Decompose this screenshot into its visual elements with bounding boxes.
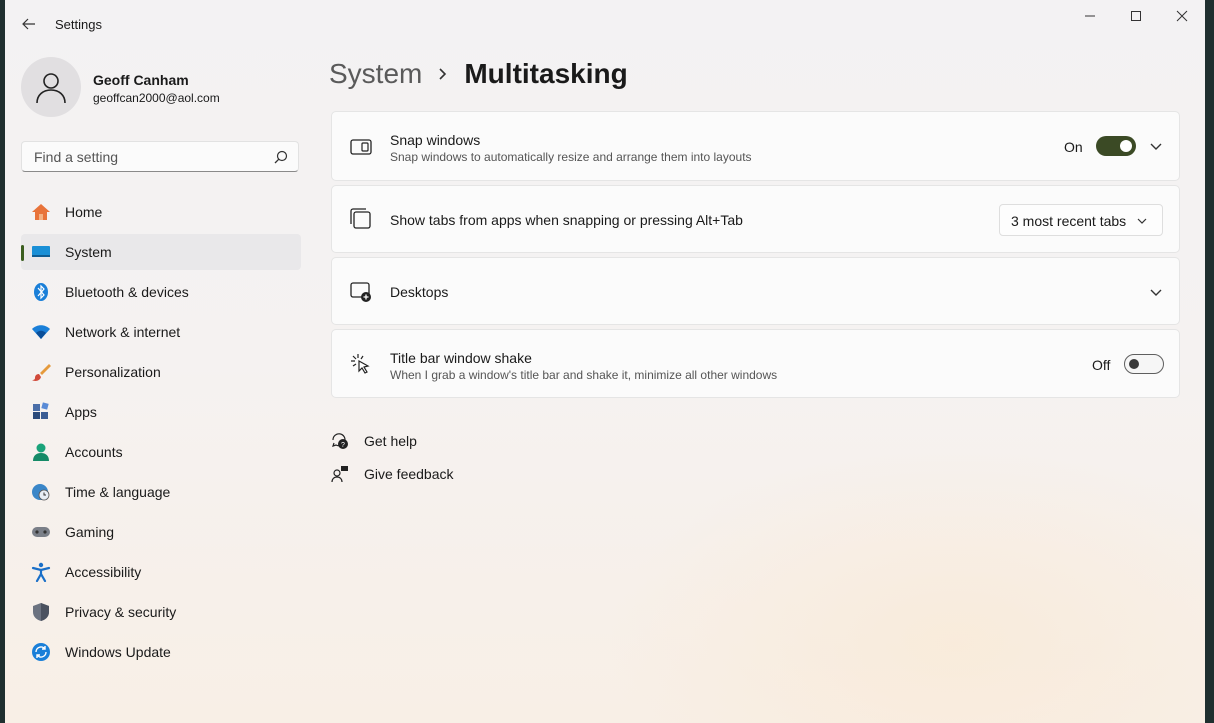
minimize-icon: [1085, 15, 1095, 17]
sidebar-item-label: Windows Update: [65, 644, 171, 660]
sidebar-item-network[interactable]: Network & internet: [21, 314, 301, 350]
sidebar-item-label: Gaming: [65, 524, 115, 540]
chevron-down-icon[interactable]: [1149, 139, 1163, 153]
maximize-button[interactable]: [1113, 0, 1159, 32]
back-button[interactable]: [17, 12, 41, 36]
chevron-down-icon: [1137, 218, 1147, 224]
give-feedback-label[interactable]: Give feedback: [364, 466, 454, 482]
svg-text:?: ?: [341, 442, 345, 449]
sidebar-item-label: Time & language: [65, 484, 171, 500]
give-feedback-link[interactable]: Give feedback: [331, 465, 454, 483]
sidebar-item-windows-update[interactable]: Windows Update: [21, 634, 301, 670]
breadcrumb-parent[interactable]: System: [329, 58, 422, 90]
settings-window: Settings Geoff Canham geoffcan2000@aol.c…: [5, 0, 1205, 723]
sidebar-nav: Home System Bluetooth & devices Network …: [21, 194, 301, 674]
breadcrumb: System Multitasking: [329, 58, 628, 90]
chevron-down-icon[interactable]: [1149, 285, 1163, 299]
title-bar-shake-state: Off: [1092, 357, 1111, 373]
close-button[interactable]: [1159, 0, 1205, 32]
system-icon: [32, 246, 50, 257]
sidebar-item-privacy[interactable]: Privacy & security: [21, 594, 301, 630]
title-bar-shake-card: Title bar window shake When I grab a win…: [331, 329, 1180, 398]
desktops-card[interactable]: Desktops: [331, 257, 1180, 325]
sidebar-item-label: Privacy & security: [65, 604, 177, 620]
home-icon: [32, 204, 50, 220]
user-email: geoffcan2000@aol.com: [93, 91, 220, 105]
desktops-icon: [350, 282, 371, 302]
snap-windows-description: Snap windows to automatically resize and…: [390, 150, 752, 164]
search-box[interactable]: [21, 141, 299, 172]
feedback-icon: [331, 466, 348, 483]
search-input[interactable]: [32, 148, 266, 166]
dropdown-value: 3 most recent tabs: [1011, 213, 1127, 229]
sidebar-item-time-language[interactable]: Time & language: [21, 474, 301, 510]
sidebar-item-accounts[interactable]: Accounts: [21, 434, 301, 470]
sidebar-item-label: Network & internet: [65, 324, 181, 340]
apps-icon: [33, 402, 49, 419]
wifi-icon: [32, 325, 50, 339]
accounts-icon: [33, 443, 49, 461]
title-bar: Settings: [5, 0, 1205, 46]
show-tabs-card: Show tabs from apps when snapping or pre…: [331, 185, 1180, 253]
sidebar-item-label: Accessibility: [65, 564, 142, 580]
tabs-icon: [350, 208, 371, 229]
sidebar-item-label: Home: [65, 204, 103, 220]
person-icon: [36, 73, 66, 104]
snap-windows-card[interactable]: Snap windows Snap windows to automatical…: [331, 111, 1180, 181]
sidebar-item-label: Personalization: [65, 364, 161, 380]
search-icon[interactable]: [274, 150, 288, 164]
sidebar-item-apps[interactable]: Apps: [21, 394, 301, 430]
get-help-label[interactable]: Get help: [364, 433, 417, 449]
sidebar-item-bluetooth[interactable]: Bluetooth & devices: [21, 274, 301, 310]
sidebar-item-label: System: [65, 244, 112, 260]
help-icon: ?: [332, 433, 348, 449]
sidebar-item-system[interactable]: System: [21, 234, 301, 270]
snap-windows-state: On: [1064, 139, 1083, 155]
desktops-title: Desktops: [390, 284, 449, 300]
app-title: Settings: [55, 17, 102, 32]
sidebar-item-home[interactable]: Home: [21, 194, 301, 230]
gamepad-icon: [32, 527, 50, 537]
toggle-knob: [1120, 140, 1132, 152]
maximize-icon: [1131, 11, 1141, 21]
tabs-count-dropdown[interactable]: 3 most recent tabs: [999, 204, 1163, 236]
sidebar-item-label: Bluetooth & devices: [65, 284, 189, 300]
snap-windows-toggle[interactable]: [1096, 136, 1136, 156]
close-icon: [1176, 10, 1188, 22]
shield-icon: [33, 603, 49, 621]
minimize-button[interactable]: [1067, 0, 1113, 32]
title-bar-shake-toggle[interactable]: [1124, 354, 1164, 374]
sidebar-item-label: Apps: [65, 404, 97, 420]
chevron-right-icon: [439, 68, 447, 80]
toggle-knob: [1129, 359, 1139, 369]
show-tabs-title: Show tabs from apps when snapping or pre…: [390, 212, 743, 228]
sidebar-item-accessibility[interactable]: Accessibility: [21, 554, 301, 590]
sidebar-item-label: Accounts: [65, 444, 123, 460]
title-bar-shake-description: When I grab a window's title bar and sha…: [390, 368, 778, 382]
snap-layout-icon: [350, 139, 372, 155]
sidebar-item-personalization[interactable]: Personalization: [21, 354, 301, 390]
get-help-link[interactable]: ? Get help: [331, 432, 417, 450]
brush-icon: [32, 364, 51, 381]
accessibility-icon: [31, 562, 51, 582]
update-icon: [32, 643, 50, 661]
title-bar-shake-title: Title bar window shake: [390, 350, 532, 366]
user-name: Geoff Canham: [93, 72, 189, 88]
shake-cursor-icon: [351, 354, 370, 374]
back-arrow-icon: [22, 18, 35, 30]
avatar[interactable]: [21, 57, 81, 117]
snap-windows-title: Snap windows: [390, 132, 481, 148]
sidebar-item-gaming[interactable]: Gaming: [21, 514, 301, 550]
bluetooth-icon: [34, 283, 48, 301]
globe-clock-icon: [32, 484, 50, 501]
page-title: Multitasking: [464, 58, 628, 89]
